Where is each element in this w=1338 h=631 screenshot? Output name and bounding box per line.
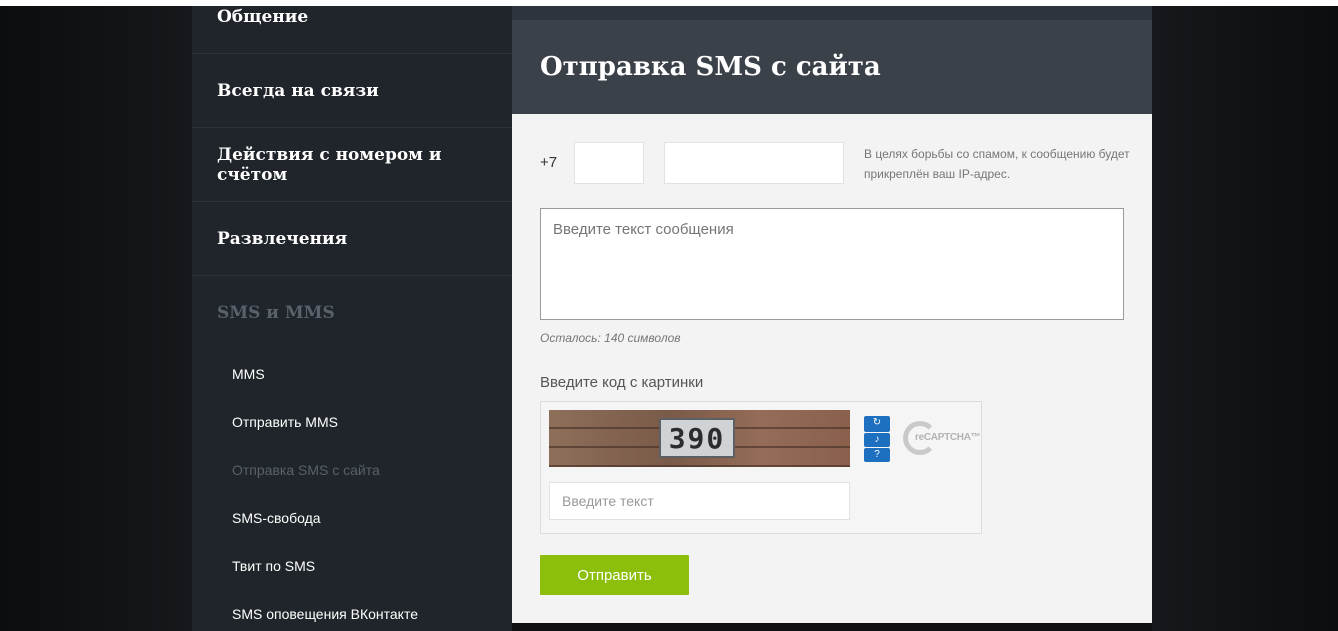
captcha-input-placeholder: Введите текст xyxy=(562,493,654,509)
help-icon[interactable]: ? xyxy=(864,448,890,462)
captcha-widget: 390 ↻ ♪ ? reCAPTCHA™ Введите текст xyxy=(540,401,982,534)
sidebar-section-label: Всегда на связи xyxy=(217,80,379,101)
sidebar-item-label: SMS-свобода xyxy=(232,510,321,526)
page-background-right xyxy=(1152,6,1338,631)
page-header: Отправка SMS с сайта xyxy=(512,20,1152,114)
captcha-image: 390 xyxy=(549,410,850,467)
sidebar-section-always-connected[interactable]: Всегда на связи xyxy=(192,54,512,128)
recaptcha-logo-text: reCAPTCHA™ xyxy=(915,432,981,443)
sidebar-item-label: Отправить MMS xyxy=(232,414,338,430)
message-textarea[interactable] xyxy=(540,208,1124,320)
captcha-controls: ↻ ♪ ? xyxy=(864,416,890,463)
sidebar-item-sms-freedom[interactable]: SMS-свобода xyxy=(192,494,512,542)
send-button[interactable]: Отправить xyxy=(540,555,689,595)
sidebar-section-number-account[interactable]: Действия с номером и счётом xyxy=(192,128,512,202)
refresh-icon[interactable]: ↻ xyxy=(864,416,890,432)
sidebar-section-label: Развлечения xyxy=(217,228,348,249)
sidebar-item-label: SMS оповещения ВКонтакте xyxy=(232,606,418,622)
sidebar-item-send-mms[interactable]: Отправить MMS xyxy=(192,398,512,446)
captcha-number-plate: 390 xyxy=(659,418,735,458)
operator-code-input[interactable] xyxy=(574,142,644,184)
sidebar-item-label: Отправка SMS с сайта xyxy=(232,462,380,478)
phone-prefix: +7 xyxy=(540,154,558,171)
phone-row: +7 В целях борьбы со спамом, к сообщению… xyxy=(540,142,1130,184)
page-title: Отправка SMS с сайта xyxy=(540,52,881,82)
sidebar-item-send-sms-site[interactable]: Отправка SMS с сайта xyxy=(192,446,512,494)
sidebar-section-label: Действия с номером и счётом xyxy=(217,144,442,185)
recaptcha-logo: reCAPTCHA™ xyxy=(903,420,981,456)
sidebar-section-label: SMS и MMS xyxy=(217,303,335,323)
sidebar-section-sms-mms[interactable]: SMS и MMS xyxy=(192,276,512,350)
sidebar-section-label: Общение xyxy=(217,7,309,27)
captcha-input[interactable]: Введите текст xyxy=(549,482,850,520)
sidebar-section-entertainment[interactable]: Развлечения xyxy=(192,202,512,276)
sidebar-item-label: MMS xyxy=(232,366,265,382)
phone-number-input[interactable] xyxy=(664,142,844,184)
captcha-label: Введите код с картинки xyxy=(540,374,704,391)
main-panel: Отправка SMS с сайта +7 В целях борьбы с… xyxy=(512,6,1152,623)
captcha-code: 390 xyxy=(668,421,726,455)
sidebar-item-mms[interactable]: MMS xyxy=(192,350,512,398)
send-button-label: Отправить xyxy=(577,566,652,584)
spam-notice: В целях борьбы со спамом, к сообщению бу… xyxy=(864,147,1130,181)
sidebar-item-tweet-sms[interactable]: Твит по SMS xyxy=(192,542,512,590)
audio-icon[interactable]: ♪ xyxy=(864,433,890,447)
characters-remaining: Осталось: 140 символов xyxy=(540,331,681,345)
sidebar-item-sms-vk[interactable]: SMS оповещения ВКонтакте xyxy=(192,590,512,631)
page-background-left xyxy=(0,6,192,631)
sidebar-item-label: Твит по SMS xyxy=(232,558,316,574)
breadcrumb-strip xyxy=(512,6,1152,20)
sidebar: Общение Всегда на связи Действия с номер… xyxy=(192,6,512,631)
sidebar-sub-list: MMS Отправить MMS Отправка SMS с сайта S… xyxy=(192,350,512,631)
sidebar-section-communication[interactable]: Общение xyxy=(192,6,512,54)
